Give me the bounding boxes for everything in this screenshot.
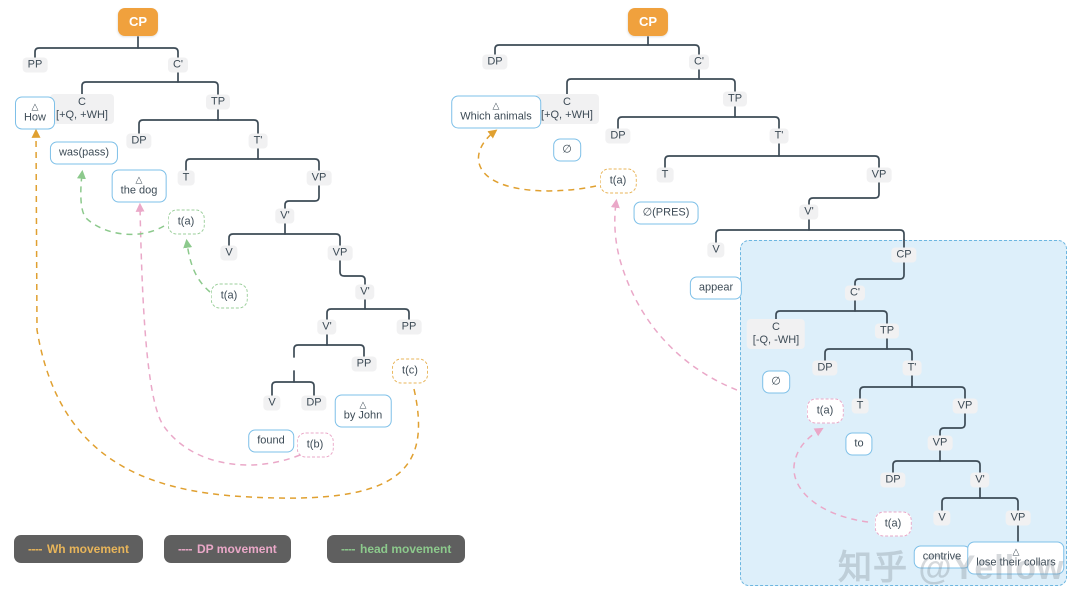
node-embedded-cp[interactable]: CP [891,247,917,263]
lexical-found-label: found [257,434,285,447]
lexical-lose-their-collars-label: lose their collars [976,556,1056,569]
lexical-found[interactable]: found [248,429,294,453]
lexical-embedded-null-c[interactable]: ∅ [762,370,790,394]
node-c-feature-bundle: [+Q, +WH] [56,109,108,121]
lexical-was-pass-label: was(pass) [58,146,110,159]
node-embedded-t[interactable]: T [851,398,869,414]
trace-ta-lower[interactable]: t(a) [210,283,248,309]
lexical-to[interactable]: to [845,432,873,456]
lexical-null-c-label: ∅ [562,143,572,156]
node-vbar-1[interactable]: V' [275,208,295,224]
node-embedded-tbar[interactable]: T' [902,360,922,376]
node-c-features[interactable]: C [+Q, +WH] [50,94,114,124]
node-vbar[interactable]: V' [799,204,819,220]
lexical-the-dog[interactable]: △ the dog [111,169,167,203]
left-tree-root-cp[interactable]: CP [117,8,159,36]
node-tp[interactable]: TP [722,91,748,107]
legend-label-dp: DP movement [196,542,277,556]
lexical-to-label: to [854,437,864,450]
lexical-by-john[interactable]: △ by John [334,394,392,428]
node-pp-3[interactable]: PP [351,356,377,372]
legend-item-dp-movement[interactable]: ---- DP movement [164,535,291,563]
legend-dash: ---- [28,542,42,556]
node-c-label: C [563,96,571,108]
node-vp-2[interactable]: VP [327,245,353,261]
head-movement-arrow-lower [183,238,211,293]
node-tp[interactable]: TP [205,94,231,110]
node-tbar[interactable]: T' [769,128,789,144]
node-cbar[interactable]: C' [167,57,189,73]
node-embedded-dp-2[interactable]: DP [880,472,906,488]
node-embedded-vp-1[interactable]: VP [952,398,978,414]
legend-label-head: head movement [359,542,452,556]
node-embedded-dp[interactable]: DP [812,360,838,376]
trace-tb[interactable]: t(b) [296,432,334,458]
wh-movement-arrow-left [31,128,420,499]
node-embedded-cbar[interactable]: C' [844,285,866,301]
legend-dash: ---- [178,542,192,556]
lexical-lose-their-collars[interactable]: △ lose their collars [967,541,1065,575]
lexical-contrive-label: contrive [922,550,962,563]
node-embedded-vp-2[interactable]: VP [927,435,953,451]
lexical-embedded-null-c-label: ∅ [771,375,781,388]
triangle-icon: △ [492,100,500,111]
dp-movement-arrow-left [135,202,301,466]
triangle-icon: △ [359,399,367,410]
trace-ta-innermost[interactable]: t(a) [874,511,912,537]
triangle-icon: △ [31,101,39,112]
node-dp-2[interactable]: DP [605,128,631,144]
lexical-how-label: How [23,111,47,124]
node-dp-2[interactable]: DP [301,395,327,411]
node-vbar-2[interactable]: V' [355,284,375,300]
node-tbar[interactable]: T' [248,133,268,149]
node-embedded-c-features[interactable]: C [-Q, -WH] [746,319,806,349]
node-v-1[interactable]: V [220,245,238,261]
lexical-appear[interactable]: appear [689,276,743,300]
right-tree-root-cp[interactable]: CP [627,8,669,36]
node-t[interactable]: T [656,167,674,183]
triangle-icon: △ [1012,546,1020,557]
node-vbar-3[interactable]: V' [317,319,337,335]
node-embedded-tp[interactable]: TP [874,323,900,339]
node-c-features[interactable]: C [+Q, +WH] [535,94,599,124]
lexical-contrive[interactable]: contrive [913,545,971,569]
triangle-icon: △ [135,174,143,185]
trace-ta-upper[interactable]: t(a) [167,209,205,235]
trace-ta-matrix[interactable]: t(a) [599,168,637,194]
lexical-the-dog-label: the dog [120,184,158,197]
legend-item-head-movement[interactable]: ---- head movement [327,535,466,563]
node-dp[interactable]: DP [126,133,152,149]
lexical-how[interactable]: △ How [14,96,56,130]
left-tree-branches [34,36,410,397]
node-c-label: C [78,96,86,108]
legend-item-wh-movement[interactable]: ---- Wh movement [14,535,143,563]
lexical-null-pres[interactable]: ∅(PRES) [633,201,699,225]
node-pp[interactable]: PP [22,57,48,73]
legend-dash: ---- [341,542,355,556]
node-embedded-vbar[interactable]: V' [970,472,990,488]
lexical-which-animals-label: Which animals [460,110,532,123]
lexical-was-pass[interactable]: was(pass) [49,141,119,165]
node-vp-1[interactable]: VP [306,170,332,186]
node-dp[interactable]: DP [482,54,508,70]
node-embedded-v[interactable]: V [933,510,951,526]
lexical-by-john-label: by John [343,409,383,422]
node-t[interactable]: T [177,170,195,186]
node-embedded-vp-3[interactable]: VP [1005,510,1031,526]
trace-tc[interactable]: t(c) [392,358,428,384]
legend-label-wh: Wh movement [46,542,129,556]
node-embedded-c-label: C [772,321,780,333]
node-embedded-c-feature-bundle: [-Q, -WH] [752,334,800,346]
node-v-2[interactable]: V [263,395,281,411]
lexical-which-animals[interactable]: △ Which animals [451,95,541,129]
lexical-null-c[interactable]: ∅ [553,138,581,162]
node-vp[interactable]: VP [866,167,892,183]
trace-ta-embedded[interactable]: t(a) [806,398,844,424]
lexical-appear-label: appear [698,281,734,294]
node-pp-2[interactable]: PP [396,319,422,335]
node-c-feature-bundle: [+Q, +WH] [541,109,593,121]
lexical-null-pres-label: ∅(PRES) [642,206,690,219]
node-cbar[interactable]: C' [688,54,710,70]
node-v[interactable]: V [707,242,725,258]
